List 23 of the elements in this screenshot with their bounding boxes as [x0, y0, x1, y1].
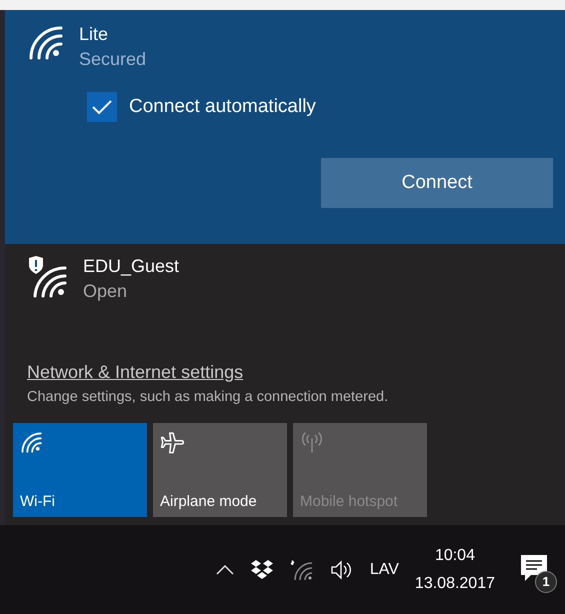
quick-action-tile[interactable]: Airplane mode	[153, 423, 287, 517]
connect-button[interactable]: Connect	[321, 158, 553, 208]
chevron-up-icon[interactable]	[216, 564, 234, 574]
clock-date[interactable]: 13.08.2017	[414, 574, 495, 592]
wifi-icon	[20, 431, 42, 453]
checkmark-icon	[92, 99, 112, 115]
network-name: EDU_Guest	[83, 256, 180, 277]
settings-link[interactable]: Network & Internet settings	[27, 362, 553, 383]
clock-time[interactable]: 10:04	[434, 546, 475, 564]
network-status: Open	[83, 281, 128, 302]
antenna-icon	[300, 431, 324, 453]
network-panel[interactable]: Lite Secured Connect automatically Connect	[5, 10, 565, 244]
quick-action-tile[interactable]: Wi-Fi	[13, 423, 147, 517]
box-stack-icon[interactable]	[250, 558, 274, 582]
checkbox[interactable]	[87, 92, 117, 122]
settings-description: Change settings, such as making a connection metered.	[27, 389, 390, 405]
speaker-icon[interactable]	[330, 558, 354, 580]
wifi-icon[interactable]	[290, 558, 314, 582]
network-name: Lite	[79, 24, 110, 45]
network-status: Secured	[79, 49, 146, 70]
language-indicator[interactable]: LAV	[370, 560, 399, 578]
checkbox-label: Connect automatically	[129, 96, 316, 118]
notification-count: 1	[535, 570, 557, 592]
